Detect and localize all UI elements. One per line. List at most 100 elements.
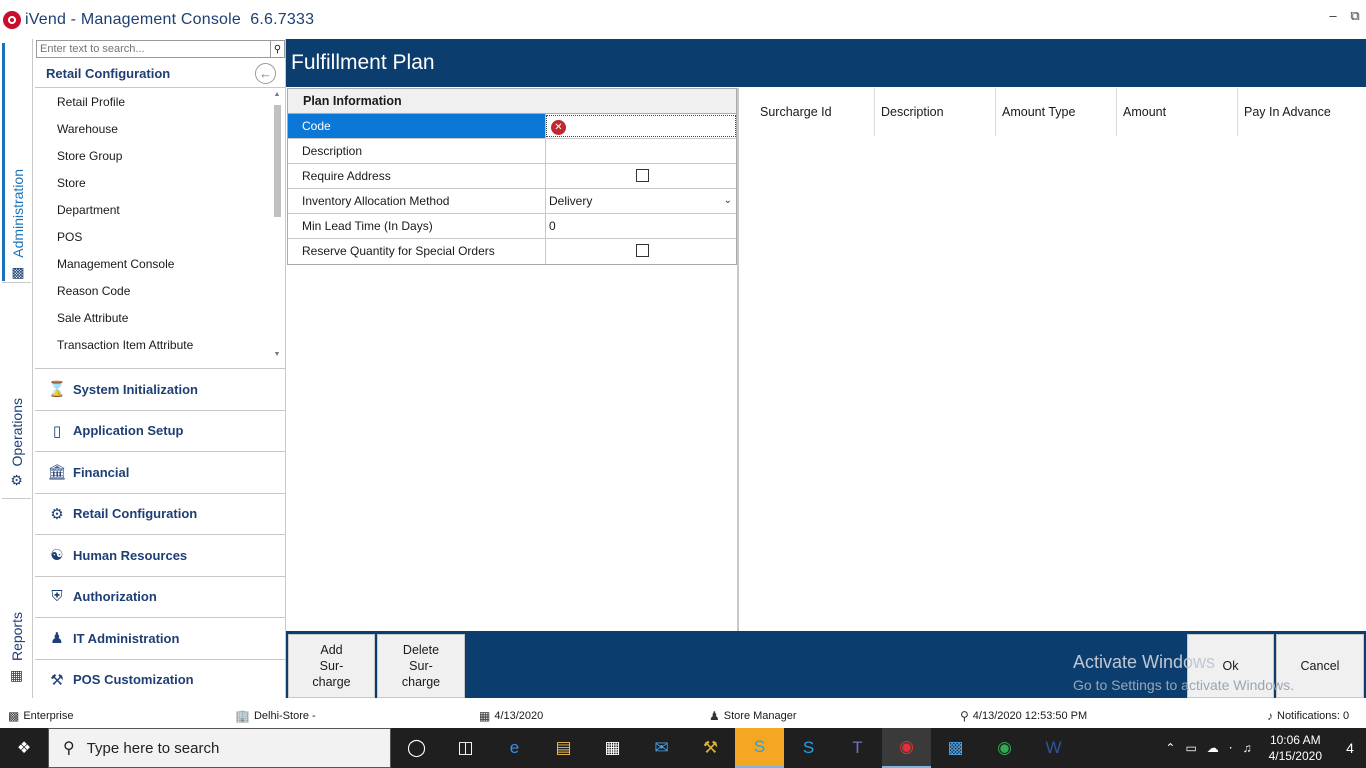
chrome-icon[interactable]: ◉ — [980, 728, 1029, 768]
restore-button[interactable]: ⧉ — [1344, 8, 1366, 24]
window-controls: – ⧉ — [1322, 8, 1366, 24]
module-pos-customization[interactable]: ⚒ POS Customization — [35, 658, 286, 701]
taskbar-apps: ◯ ◫ e ▤ ▦ ✉ ⚒ S S T ◉ ▩ ◉ W — [392, 728, 1078, 768]
module-human-resources[interactable]: ☯ Human Resources — [35, 534, 286, 576]
module-financial[interactable]: 🏛 Financial — [35, 451, 286, 493]
nav-subitem-transaction-item-attribute[interactable]: Transaction Item Attribute — [35, 332, 270, 359]
nav-subitem-pos[interactable]: POS — [35, 224, 270, 251]
mail-icon[interactable]: ✉ — [637, 728, 686, 768]
app-tools-icon[interactable]: ⚒ — [686, 728, 735, 768]
network-error-icon[interactable]: ☁ — [1207, 741, 1219, 755]
search-icon[interactable]: ⚲ — [270, 41, 284, 57]
cortana-icon[interactable]: ◯ — [392, 728, 441, 768]
status-role: ♟ Store Manager — [709, 709, 797, 723]
task-view-icon[interactable]: ◫ — [441, 728, 490, 768]
chevron-up-icon[interactable]: ⌃ — [1165, 741, 1175, 755]
nav-subitem-warehouse[interactable]: Warehouse — [35, 116, 270, 143]
navigation-panel: ⚲ Retail Configuration ← Retail Profile … — [35, 39, 286, 698]
row-code[interactable]: Code ✕ — [288, 114, 736, 139]
activate-windows-watermark: Activate Windows — [1073, 652, 1216, 672]
reserve-quantity-label: Reserve Quantity for Special Orders — [288, 239, 546, 264]
delete-surcharge-button[interactable]: Delete Sur- charge — [377, 634, 465, 698]
word-icon[interactable]: W — [1029, 728, 1078, 768]
row-inventory-allocation[interactable]: Inventory Allocation Method Delivery ⌄ — [288, 189, 736, 214]
column-amount[interactable]: Amount — [1117, 88, 1238, 136]
nav-subitem-store-group[interactable]: Store Group — [35, 143, 270, 170]
column-pay-in-advance[interactable]: Pay In Advance — [1238, 88, 1359, 136]
window-title: iVend - Management Console 6.6.7333 — [25, 10, 315, 28]
windows-taskbar: ❖ ⚲ Type here to search ◯ ◫ e ▤ ▦ ✉ ⚒ S … — [0, 728, 1366, 768]
inventory-allocation-select[interactable]: Delivery ⌄ — [546, 189, 736, 213]
tab-operations[interactable]: Operations ⚙ — [2, 289, 31, 489]
ivend-icon[interactable]: ◉ — [882, 728, 931, 768]
windows-start-icon[interactable]: ❖ — [0, 728, 48, 768]
activate-windows-hint: Go to Settings to activate Windows. — [1073, 677, 1294, 693]
clock[interactable]: 10:06 AM 4/15/2020 — [1269, 732, 1322, 764]
row-reserve-quantity[interactable]: Reserve Quantity for Special Orders — [288, 239, 736, 264]
status-bar: ▩ Enterprise 🏢 Delhi-Store - ▦ 4/13/2020… — [0, 703, 1366, 728]
edge-icon[interactable]: e — [490, 728, 539, 768]
require-address-checkbox[interactable] — [636, 169, 649, 182]
min-lead-time-label: Min Lead Time (In Days) — [288, 214, 546, 238]
nav-subitem-retail-profile[interactable]: Retail Profile — [35, 89, 270, 116]
nav-subitem-reason-code[interactable]: Reason Code — [35, 278, 270, 305]
skype-icon[interactable]: S — [735, 728, 784, 768]
vertical-tab-bar: Administration ▩ Operations ⚙ Reports ▦ — [0, 39, 33, 698]
skype-business-icon[interactable]: S — [784, 728, 833, 768]
building-icon: ▩ — [11, 264, 25, 280]
module-list: ⌛ System Initialization ▯ Application Se… — [35, 368, 286, 700]
nav-subitem-list: Retail Profile Warehouse Store Group Sto… — [35, 88, 270, 364]
tab-reports[interactable]: Reports ▦ — [2, 504, 31, 684]
module-authorization[interactable]: ⛨ Authorization — [35, 575, 286, 618]
wifi-icon[interactable]: ⋅ — [1229, 741, 1233, 755]
module-system-initialization[interactable]: ⌛ System Initialization — [35, 368, 286, 410]
nav-subitem-management-console[interactable]: Management Console — [35, 251, 270, 278]
scroll-up-icon[interactable]: ▲ — [271, 89, 283, 101]
code-field[interactable]: ✕ — [546, 115, 736, 137]
status-notifications[interactable]: ♪ Notifications: 0 — [1267, 709, 1349, 723]
description-field[interactable] — [546, 139, 736, 163]
back-arrow-icon[interactable]: ← — [255, 63, 276, 84]
taskbar-search[interactable]: ⚲ Type here to search — [48, 728, 391, 768]
row-require-address[interactable]: Require Address — [288, 164, 736, 189]
nav-subitem-department[interactable]: Department — [35, 197, 270, 224]
status-store: 🏢 Delhi-Store - — [235, 709, 316, 723]
app-logo-icon — [3, 10, 21, 29]
min-lead-time-field[interactable]: 0 — [546, 214, 736, 238]
teams-icon[interactable]: T — [833, 728, 882, 768]
module-application-setup[interactable]: ▯ Application Setup — [35, 409, 286, 452]
row-description[interactable]: Description — [288, 139, 736, 164]
reserve-quantity-cell — [546, 239, 736, 264]
scroll-track[interactable] — [274, 101, 281, 349]
nav-subitem-sale-attribute[interactable]: Sale Attribute — [35, 305, 270, 332]
chevron-down-icon[interactable]: ⌄ — [724, 189, 732, 213]
tab-administration[interactable]: Administration ▩ — [2, 43, 31, 281]
module-it-administration[interactable]: ♟ IT Administration — [35, 617, 286, 659]
scroll-thumb[interactable] — [274, 105, 281, 217]
volume-icon[interactable]: ♫ — [1243, 741, 1252, 755]
module-retail-configuration[interactable]: ⚙ Retail Configuration — [35, 492, 286, 535]
add-surcharge-button[interactable]: Add Sur- charge — [288, 634, 375, 698]
column-surcharge-id[interactable]: Surcharge Id — [754, 88, 875, 136]
column-amount-type[interactable]: Amount Type — [996, 88, 1117, 136]
action-center-icon[interactable]: 4 — [1334, 740, 1366, 756]
description-label: Description — [288, 139, 546, 163]
key-icon: ⚲ — [960, 709, 969, 723]
nav-subitem-store[interactable]: Store — [35, 170, 270, 197]
store-icon[interactable]: ▦ — [588, 728, 637, 768]
nav-scrollbar[interactable]: ▲ ▼ — [271, 89, 283, 361]
bank-icon: 🏛 — [47, 464, 67, 482]
enterprise-icon: ▩ — [8, 709, 20, 723]
minimize-button[interactable]: – — [1322, 8, 1344, 24]
file-explorer-icon[interactable]: ▤ — [539, 728, 588, 768]
tab-separator — [2, 282, 31, 283]
row-min-lead-time[interactable]: Min Lead Time (In Days) 0 — [288, 214, 736, 239]
reserve-quantity-checkbox[interactable] — [636, 244, 649, 257]
cart-icon[interactable]: ▩ — [931, 728, 980, 768]
nav-section-title: Retail Configuration — [46, 66, 171, 81]
battery-icon[interactable]: ▭ — [1185, 741, 1196, 755]
column-description[interactable]: Description — [875, 88, 996, 136]
scroll-down-icon[interactable]: ▼ — [271, 349, 283, 361]
surcharge-table-header: Surcharge Id Description Amount Type Amo… — [754, 88, 1359, 136]
nav-search-input[interactable] — [37, 41, 270, 57]
